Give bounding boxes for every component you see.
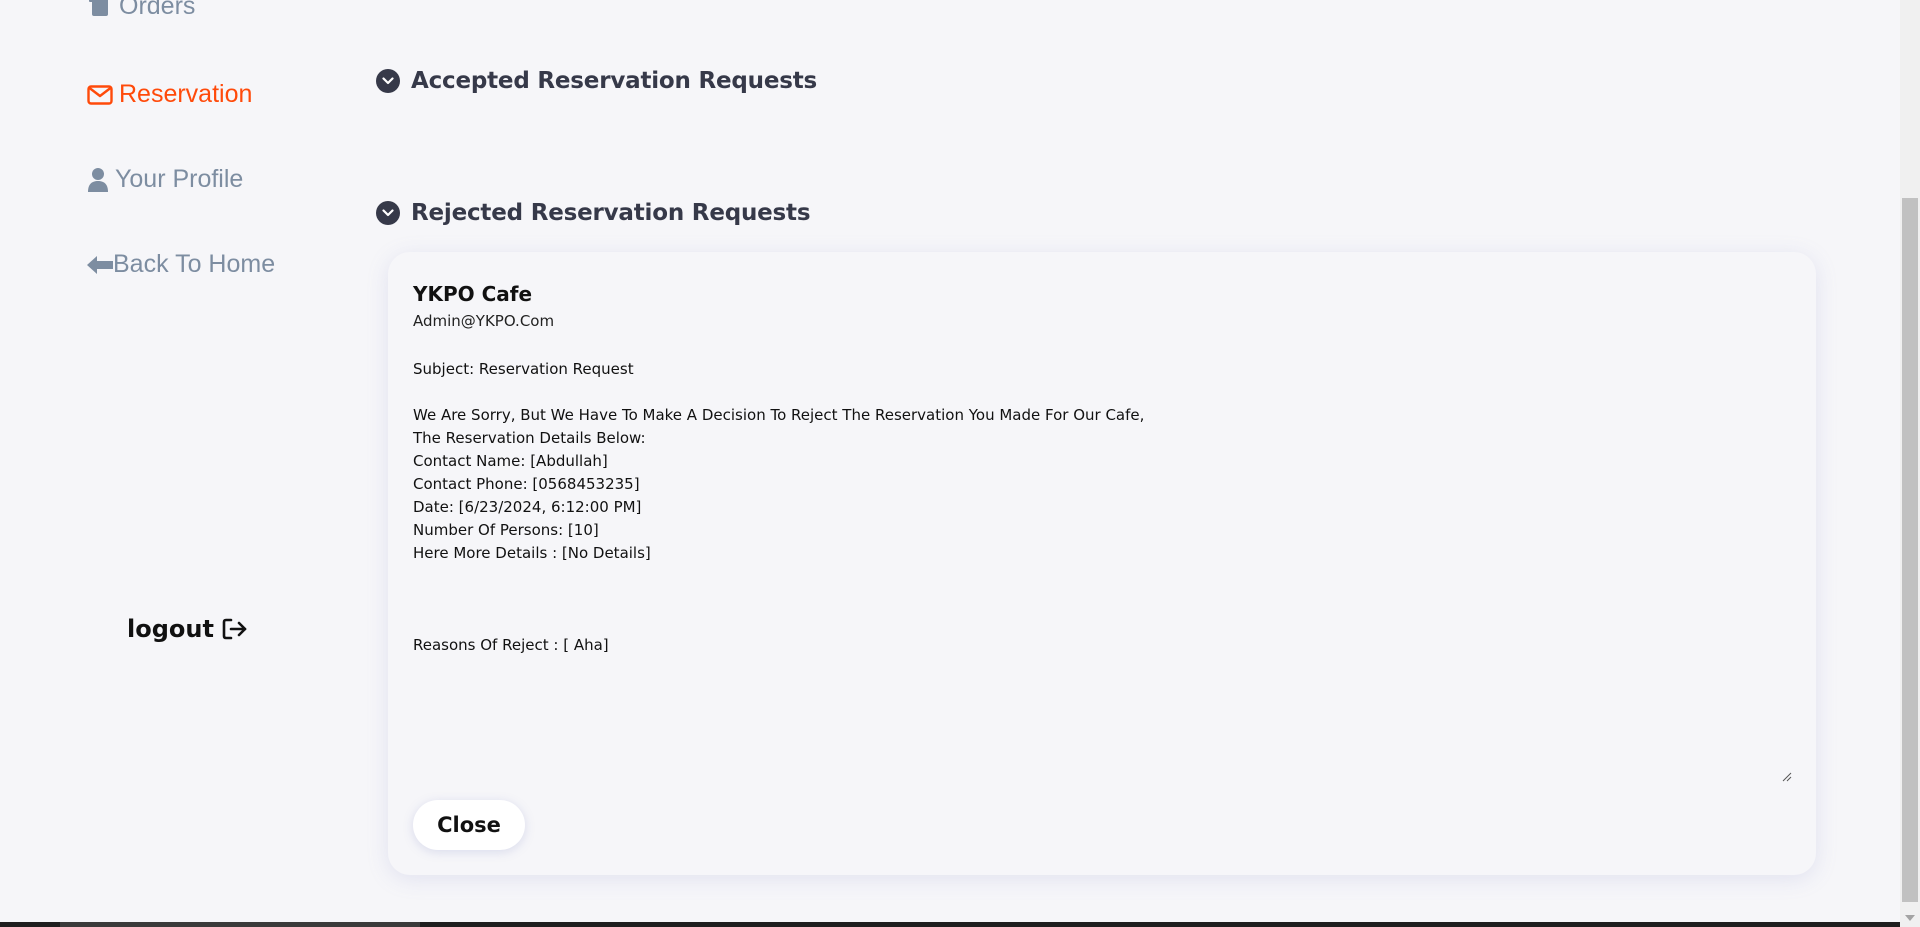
logout-label: logout [127, 615, 214, 643]
message-line: Number Of Persons: [10] [413, 521, 599, 539]
close-button[interactable]: Close [413, 800, 525, 850]
accepted-requests-title: Accepted Reservation Requests [411, 68, 818, 94]
message-line: The Reservation Details Below: [413, 429, 646, 447]
message-line [413, 565, 1789, 588]
message-line [413, 588, 1789, 611]
arrow-left-icon [87, 255, 113, 275]
rejected-requests-title: Rejected Reservation Requests [411, 200, 811, 226]
cafe-name: YKPO Cafe [413, 282, 533, 306]
logout-icon [222, 617, 248, 641]
message-line: Here More Details : [No Details] [413, 544, 651, 562]
message-line: We Are Sorry, But We Have To Make A Deci… [413, 406, 1145, 424]
envelope-icon [87, 84, 113, 106]
sidebar-item-your-profile[interactable]: Your Profile [87, 165, 243, 194]
resize-grip-icon[interactable] [1782, 772, 1792, 782]
accepted-requests-toggle[interactable]: Accepted Reservation Requests [376, 68, 817, 94]
horizontal-scrollbar[interactable] [0, 922, 1900, 927]
sidebar-item-orders[interactable]: Orders [87, 0, 195, 21]
message-line [413, 381, 1789, 404]
message-line: Reasons Of Reject : [ Aha] [413, 636, 609, 654]
horizontal-scrollbar-thumb[interactable] [60, 922, 420, 927]
message-line [413, 611, 1789, 634]
user-icon [87, 167, 109, 193]
scroll-down-arrow-icon[interactable] [1905, 915, 1915, 921]
message-textarea[interactable]: Subject: Reservation Request We Are Sorr… [402, 348, 1800, 788]
message-line: Subject: Reservation Request [413, 360, 634, 378]
rejected-requests-toggle[interactable]: Rejected Reservation Requests [376, 200, 811, 226]
sidebar-item-label: Your Profile [115, 165, 244, 193]
sidebar-item-label: Orders [119, 0, 196, 20]
sidebar-item-label: Reservation [119, 80, 253, 108]
sidebar-item-reservation[interactable]: Reservation [87, 80, 252, 109]
chevron-down-icon [376, 201, 400, 225]
message-line: Contact Phone: [0568453235] [413, 475, 640, 493]
sidebar-item-label: Back To Home [113, 250, 276, 278]
sidebar: Orders Reservation Your Profile Back To … [0, 0, 360, 927]
scrollbar-thumb[interactable] [1902, 198, 1918, 902]
cafe-email: Admin@YKPO.Com [413, 312, 555, 330]
page: Orders Reservation Your Profile Back To … [0, 0, 1920, 927]
vertical-scrollbar[interactable] [1900, 0, 1920, 927]
sidebar-item-back-to-home[interactable]: Back To Home [87, 250, 275, 279]
logout-button[interactable]: logout [127, 615, 248, 643]
message-line: Contact Name: [Abdullah] [413, 452, 608, 470]
orders-icon [87, 0, 113, 20]
chevron-down-icon [376, 69, 400, 93]
rejected-request-card: YKPO Cafe Admin@YKPO.Com Subject: Reserv… [388, 252, 1816, 875]
message-line: Date: [6/23/2024, 6:12:00 PM] [413, 498, 642, 516]
